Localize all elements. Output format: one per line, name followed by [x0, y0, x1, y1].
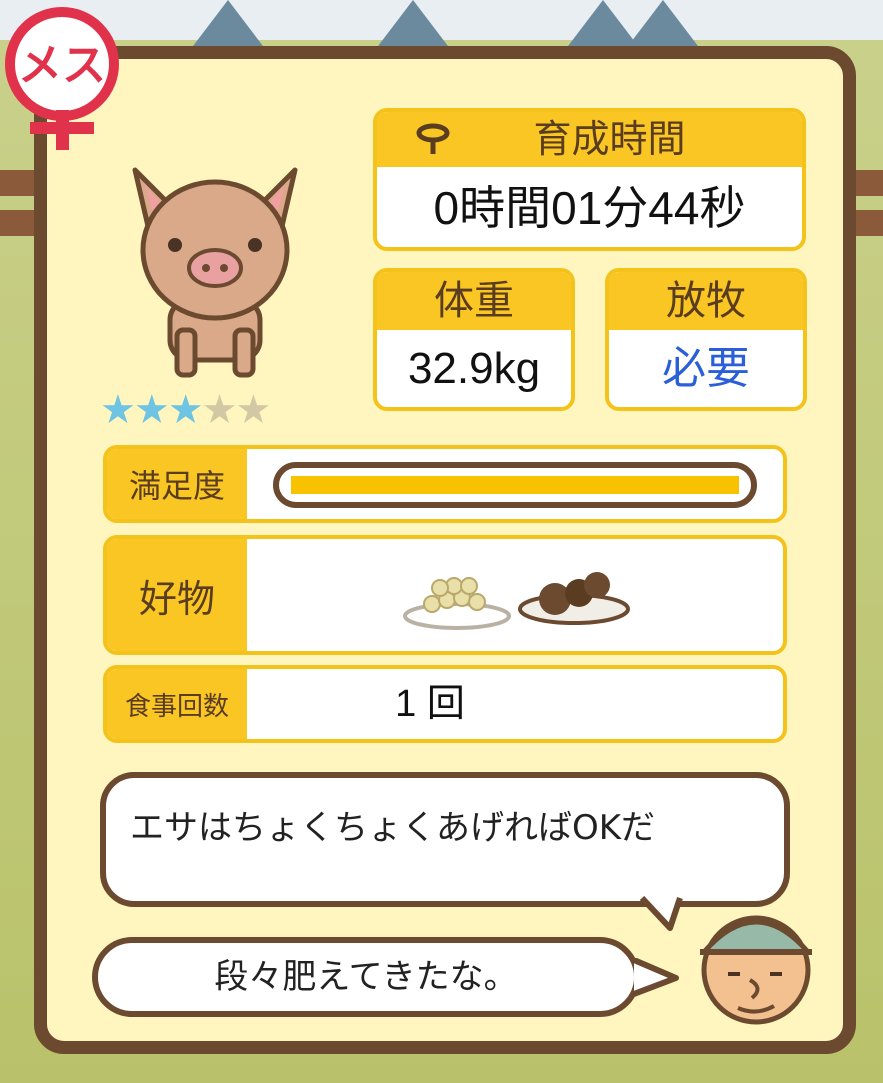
satisfaction-gauge [273, 462, 757, 508]
background-tree [190, 0, 266, 50]
meal-count-value: 1 回 [395, 683, 465, 725]
raising-time-label: 育成時間 [533, 117, 686, 161]
meatball-plate-icon [518, 572, 630, 625]
grazing-box: 放牧 必要 [605, 268, 807, 411]
meal-count-label: 食事回数 [107, 669, 247, 739]
star-empty-icon: ★ [201, 387, 238, 433]
background-tree [625, 0, 701, 50]
grazing-label: 放牧 [609, 272, 803, 330]
farmer-comment-text: 段々肥えてきたな。 [214, 957, 518, 997]
favorite-food-label: 好物 [107, 539, 247, 651]
satisfaction-box: 満足度 [103, 445, 787, 523]
rating-stars: ★★★★★ [100, 387, 271, 433]
background-tree [375, 0, 451, 50]
raising-time-box: 育成時間 0時間01分44秒 [373, 108, 806, 251]
farmer-tip-text: エサはちょくちょくあげればOKだ [130, 808, 656, 848]
weight-value: 32.9kg [407, 344, 541, 393]
farmer-comment-bubble: 段々肥えてきたな。 [92, 937, 640, 1017]
star-filled-icon: ★ [133, 387, 170, 433]
star-filled-icon: ★ [100, 387, 136, 433]
satisfaction-label: 満足度 [107, 449, 247, 519]
favorite-food-box: 好物 [103, 535, 787, 655]
pig-icon [132, 167, 298, 378]
bubble-tail [640, 896, 683, 931]
rope-lasso-icon [416, 123, 450, 154]
weight-box: 体重 32.9kg [373, 268, 575, 411]
star-filled-icon: ★ [167, 387, 204, 433]
badge-text: メス [18, 40, 106, 91]
raising-time-header: 育成時間 [377, 112, 802, 167]
grain-plate-icon [403, 577, 511, 630]
weight-label: 体重 [377, 272, 571, 330]
satisfaction-fill [291, 476, 739, 494]
farmer-face-icon [700, 915, 812, 1025]
meal-count-box: 食事回数 1 回 [103, 665, 787, 743]
farmer-tip-bubble: エサはちょくちょくあげればOKだ [100, 772, 790, 907]
raising-time-value: 0時間01分44秒 [433, 182, 746, 234]
female-symbol-badge: メス [5, 7, 119, 150]
grazing-value: 必要 [662, 343, 750, 394]
bubble-tail [632, 958, 679, 997]
star-empty-icon: ★ [235, 387, 271, 433]
